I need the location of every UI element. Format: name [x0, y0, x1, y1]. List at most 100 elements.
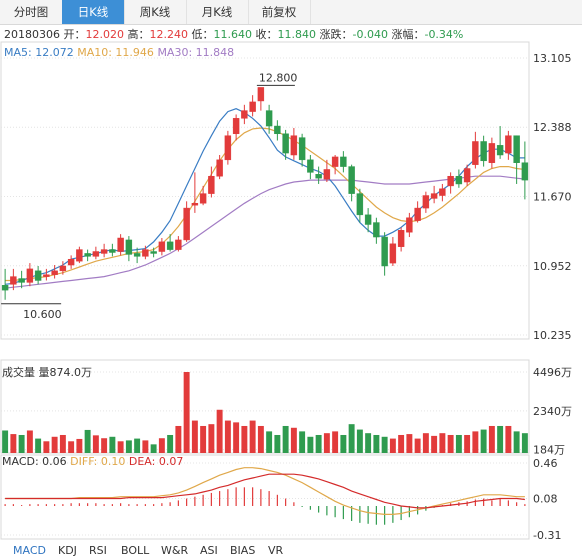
candle-body [158, 241, 166, 252]
volume-bar [150, 444, 157, 453]
candle-body [51, 270, 58, 275]
volume-bar [447, 434, 454, 453]
ma30-line [5, 175, 525, 289]
volume-tick-label: 2340万 [533, 405, 572, 418]
indicator-tab-2[interactable]: RSI [89, 544, 107, 557]
min-annotation: 10.600 [23, 308, 62, 321]
volume-bar [43, 441, 50, 453]
volume-bar [249, 420, 256, 453]
indicator-tab-7[interactable]: VR [268, 544, 283, 557]
volume-bar [381, 436, 388, 453]
indicator-tab-3[interactable]: BOLL [121, 544, 149, 557]
candle-body [166, 241, 174, 250]
macd-tick-label: -0.31 [533, 529, 561, 542]
volume-bar [233, 422, 240, 453]
volume-bar [439, 433, 446, 453]
candle-body [191, 203, 199, 206]
indicator-tab-5[interactable]: ASI [200, 544, 218, 557]
candle-body [373, 222, 380, 238]
indicator-tabs: MACD KDJ RSI BOLL W&R ASI BIAS VR [0, 544, 582, 559]
volume-bar [175, 425, 182, 453]
candle-body [463, 168, 471, 183]
volume-bar [51, 436, 58, 453]
volume-bar [101, 438, 108, 453]
volume-bar [299, 431, 306, 453]
macd-tick-label: 0.08 [533, 493, 558, 506]
candle-body [439, 188, 446, 196]
volume-bar [35, 438, 42, 453]
candle-body [249, 101, 256, 112]
candle-body [430, 193, 438, 199]
candle-body [224, 135, 232, 161]
volume-bar [497, 425, 504, 453]
candle-body [521, 162, 529, 181]
candle-body [67, 258, 75, 266]
volume-title: 成交量 量874.0万 [2, 366, 92, 379]
candle-body [26, 268, 34, 283]
volume-bar [18, 434, 25, 453]
indicator-tab-1[interactable]: KDJ [58, 544, 77, 557]
candle-body [389, 243, 397, 264]
volume-bar [142, 440, 149, 453]
price-tick-label: 10.952 [533, 260, 572, 273]
candle-body [100, 249, 108, 254]
candle-body [406, 217, 413, 233]
indicator-tab-0[interactable]: MACD [13, 544, 46, 557]
volume-bar [521, 433, 528, 453]
volume-bar [200, 425, 207, 453]
candle-body [496, 145, 504, 156]
candle-body [232, 118, 240, 135]
candle-body [10, 276, 17, 285]
macd-tick-label: 0.46 [533, 457, 558, 470]
candle-body [34, 270, 42, 281]
volume-bar [68, 441, 75, 453]
candle-body [414, 207, 421, 221]
volume-bar [274, 434, 281, 453]
macd-legend: MACD: 0.06 DIFF: 0.10 DEA: 0.07 [2, 455, 183, 468]
price-tick-label: 10.235 [533, 329, 572, 342]
volume-bar [307, 436, 314, 453]
candle-body [76, 249, 83, 262]
price-panel-frame [0, 41, 530, 340]
candle-body [274, 125, 281, 135]
volume-bar [208, 424, 215, 453]
volume-bar [117, 441, 124, 453]
candle-body [133, 253, 141, 257]
indicator-tab-6[interactable]: BIAS [230, 544, 255, 557]
volume-bar [356, 429, 363, 453]
candle-body [480, 141, 487, 162]
candle-body [447, 175, 454, 187]
candle-body [315, 174, 322, 179]
kline-chart[interactable]: 13.105 12.388 11.670 10.952 10.235 12.800 10.6… [0, 0, 582, 559]
candle-body [84, 253, 91, 257]
candle-body [331, 156, 339, 167]
volume-bar [464, 434, 471, 453]
volume-bar [26, 430, 33, 453]
candle-body [265, 110, 273, 127]
max-annotation: 12.800 [259, 71, 298, 84]
volume-bar [348, 424, 355, 453]
volume-bar [59, 434, 66, 453]
volume-bar [513, 431, 520, 453]
volume-bar [505, 425, 512, 453]
candle-body [472, 141, 479, 165]
volume-bar [323, 433, 330, 453]
volume-bar [109, 436, 116, 453]
candle-body [340, 156, 347, 167]
volume-tick-label: 184万 [533, 444, 565, 457]
volume-bar [315, 434, 322, 453]
volume-bar [488, 425, 495, 453]
candle-body [43, 274, 50, 277]
volume-bar [241, 425, 248, 453]
volume-bar [373, 434, 380, 453]
candle-body [505, 135, 512, 154]
volume-bar [224, 420, 231, 453]
volume-bar [480, 429, 487, 453]
volume-tick-label: 4496万 [533, 366, 572, 379]
candle-body [513, 135, 520, 163]
candle-body [125, 239, 133, 255]
macd-value: MACD: 0.06 [2, 455, 67, 468]
volume-bar [191, 420, 198, 453]
indicator-tab-4[interactable]: W&R [161, 544, 188, 557]
ma10-line [5, 127, 525, 282]
